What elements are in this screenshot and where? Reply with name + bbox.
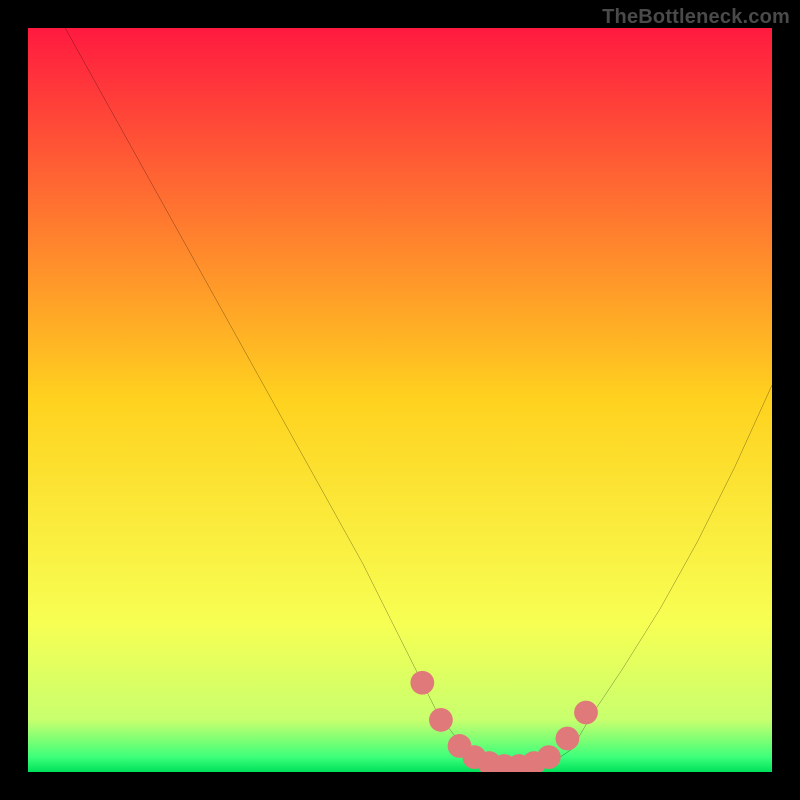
highlight-dot	[410, 671, 434, 695]
bottleneck-chart	[28, 28, 772, 772]
highlight-dot	[555, 727, 579, 751]
watermark-text: TheBottleneck.com	[602, 6, 790, 29]
highlight-dot	[574, 701, 598, 725]
chart-stage: TheBottleneck.com	[0, 0, 800, 800]
highlight-dot	[429, 708, 453, 732]
highlight-dot	[537, 745, 561, 769]
gradient-background	[28, 28, 772, 772]
